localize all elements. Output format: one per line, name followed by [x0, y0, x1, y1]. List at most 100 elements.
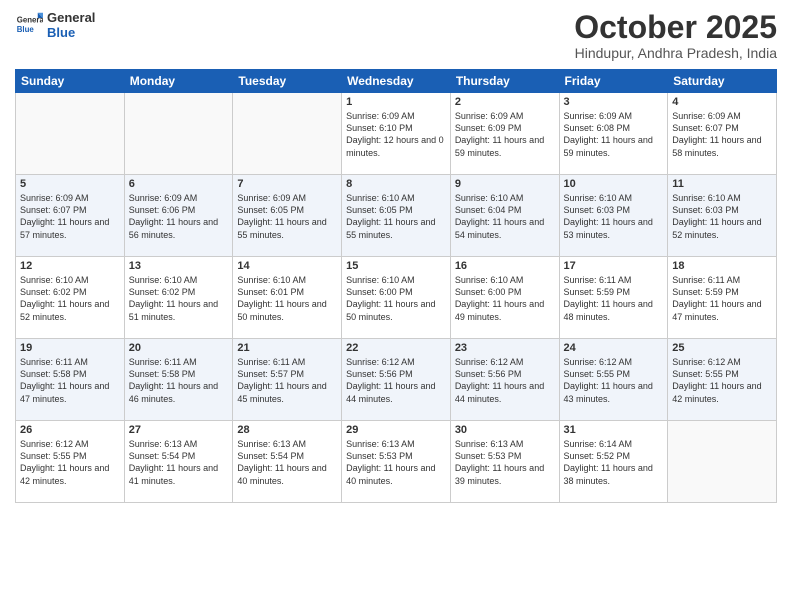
cell-date: 18: [672, 260, 772, 272]
cell-info: Sunrise: 6:13 AM Sunset: 5:53 PM Dayligh…: [346, 438, 446, 487]
logo-general: General: [47, 10, 95, 25]
table-row: 24 Sunrise: 6:12 AM Sunset: 5:55 PM Dayli…: [559, 339, 668, 421]
cell-date: 29: [346, 424, 446, 436]
main-container: General Blue General Blue October 2025 H…: [0, 0, 792, 612]
table-row: 7Sunrise: 6:09 AM Sunset: 6:05 PM Daylig…: [233, 175, 342, 257]
cell-info: Sunrise: 6:09 AM Sunset: 6:07 PM Dayligh…: [20, 192, 120, 241]
cell-info: Sunrise: 6:10 AM Sunset: 6:03 PM Dayligh…: [672, 192, 772, 241]
header: General Blue General Blue October 2025 H…: [15, 10, 777, 61]
col-monday: Monday: [124, 70, 233, 93]
table-row: 28 Sunrise: 6:13 AM Sunset: 5:54 PM Dayli…: [233, 421, 342, 503]
table-row: 26 Sunrise: 6:12 AM Sunset: 5:55 PM Dayli…: [16, 421, 125, 503]
logo-icon: General Blue: [15, 11, 43, 39]
cell-info: Sunrise: 6:09 AM Sunset: 6:07 PM Dayligh…: [672, 110, 772, 159]
table-row: 2 Sunrise: 6:09 AM Sunset: 6:09 PM Daylig…: [450, 93, 559, 175]
calendar-week-row: 1Sunrise: 6:09 AM Sunset: 6:10 PM Daylig…: [16, 93, 777, 175]
cell-date: 10: [564, 178, 664, 190]
table-row: 15Sunrise: 6:10 AM Sunset: 6:00 PM Dayli…: [342, 257, 451, 339]
cell-info: Sunrise: 6:11 AM Sunset: 5:59 PM Dayligh…: [564, 274, 664, 323]
calendar-week-row: 19 Sunrise: 6:11 AM Sunset: 5:58 PM Dayli…: [16, 339, 777, 421]
cell-info: Sunrise: 6:09 AM Sunset: 6:08 PM Dayligh…: [564, 110, 664, 159]
table-row: 27 Sunrise: 6:13 AM Sunset: 5:54 PM Dayli…: [124, 421, 233, 503]
col-wednesday: Wednesday: [342, 70, 451, 93]
cell-date: 24: [564, 342, 664, 354]
cell-info: Sunrise: 6:09 AM Sunset: 6:05 PM Dayligh…: [237, 192, 337, 241]
cell-info: Sunrise: 6:12 AM Sunset: 5:55 PM Dayligh…: [20, 438, 120, 487]
table-row: 19 Sunrise: 6:11 AM Sunset: 5:58 PM Dayli…: [16, 339, 125, 421]
calendar-header-row: Sunday Monday Tuesday Wednesday Thursday…: [16, 70, 777, 93]
cell-date: 17: [564, 260, 664, 272]
month-title: October 2025: [574, 10, 777, 45]
calendar-week-row: 5 Sunrise: 6:09 AM Sunset: 6:07 PM Daylig…: [16, 175, 777, 257]
cell-info: Sunrise: 6:13 AM Sunset: 5:54 PM Dayligh…: [129, 438, 229, 487]
cell-date: 6: [129, 178, 229, 190]
cell-info: Sunrise: 6:11 AM Sunset: 5:58 PM Dayligh…: [129, 356, 229, 405]
table-row: 31 Sunrise: 6:14 AM Sunset: 5:52 PM Dayli…: [559, 421, 668, 503]
col-sunday: Sunday: [16, 70, 125, 93]
logo: General Blue General Blue: [15, 10, 95, 40]
cell-info: Sunrise: 6:10 AM Sunset: 6:04 PM Dayligh…: [455, 192, 555, 241]
table-row: 8Sunrise: 6:10 AM Sunset: 6:05 PM Daylig…: [342, 175, 451, 257]
cell-date: 28: [237, 424, 337, 436]
table-row: [233, 93, 342, 175]
table-row: 13Sunrise: 6:10 AM Sunset: 6:02 PM Dayli…: [124, 257, 233, 339]
cell-info: Sunrise: 6:12 AM Sunset: 5:55 PM Dayligh…: [672, 356, 772, 405]
col-friday: Friday: [559, 70, 668, 93]
table-row: 3 Sunrise: 6:09 AM Sunset: 6:08 PM Daylig…: [559, 93, 668, 175]
table-row: 20 Sunrise: 6:11 AM Sunset: 5:58 PM Dayli…: [124, 339, 233, 421]
table-row: 25 Sunrise: 6:12 AM Sunset: 5:55 PM Dayli…: [668, 339, 777, 421]
cell-date: 11: [672, 178, 772, 190]
cell-date: 8: [346, 178, 446, 190]
cell-date: 26: [20, 424, 120, 436]
cell-info: Sunrise: 6:12 AM Sunset: 5:56 PM Dayligh…: [346, 356, 446, 405]
cell-date: 19: [20, 342, 120, 354]
table-row: 29 Sunrise: 6:13 AM Sunset: 5:53 PM Dayli…: [342, 421, 451, 503]
cell-info: Sunrise: 6:13 AM Sunset: 5:54 PM Dayligh…: [237, 438, 337, 487]
cell-date: 30: [455, 424, 555, 436]
cell-info: Sunrise: 6:10 AM Sunset: 6:00 PM Dayligh…: [346, 274, 446, 323]
table-row: [668, 421, 777, 503]
cell-info: Sunrise: 6:10 AM Sunset: 6:01 PM Dayligh…: [237, 274, 337, 323]
table-row: 22 Sunrise: 6:12 AM Sunset: 5:56 PM Dayli…: [342, 339, 451, 421]
cell-info: Sunrise: 6:09 AM Sunset: 6:06 PM Dayligh…: [129, 192, 229, 241]
cell-date: 25: [672, 342, 772, 354]
cell-info: Sunrise: 6:12 AM Sunset: 5:56 PM Dayligh…: [455, 356, 555, 405]
table-row: 6 Sunrise: 6:09 AM Sunset: 6:06 PM Daylig…: [124, 175, 233, 257]
cell-date: 21: [237, 342, 337, 354]
cell-info: Sunrise: 6:10 AM Sunset: 6:00 PM Dayligh…: [455, 274, 555, 323]
logo-text: General Blue: [47, 10, 95, 40]
logo-blue: Blue: [47, 25, 95, 40]
cell-date: 14: [237, 260, 337, 272]
cell-info: Sunrise: 6:10 AM Sunset: 6:03 PM Dayligh…: [564, 192, 664, 241]
cell-info: Sunrise: 6:09 AM Sunset: 6:09 PM Dayligh…: [455, 110, 555, 159]
cell-date: 23: [455, 342, 555, 354]
table-row: [16, 93, 125, 175]
table-row: 18Sunrise: 6:11 AM Sunset: 5:59 PM Dayli…: [668, 257, 777, 339]
cell-date: 2: [455, 96, 555, 108]
cell-date: 31: [564, 424, 664, 436]
cell-info: Sunrise: 6:12 AM Sunset: 5:55 PM Dayligh…: [564, 356, 664, 405]
cell-date: 13: [129, 260, 229, 272]
cell-date: 5: [20, 178, 120, 190]
cell-info: Sunrise: 6:13 AM Sunset: 5:53 PM Dayligh…: [455, 438, 555, 487]
cell-date: 9: [455, 178, 555, 190]
svg-text:Blue: Blue: [17, 25, 35, 34]
cell-info: Sunrise: 6:11 AM Sunset: 5:58 PM Dayligh…: [20, 356, 120, 405]
calendar-week-row: 26 Sunrise: 6:12 AM Sunset: 5:55 PM Dayli…: [16, 421, 777, 503]
table-row: 10 Sunrise: 6:10 AM Sunset: 6:03 PM Dayli…: [559, 175, 668, 257]
cell-date: 20: [129, 342, 229, 354]
cell-info: Sunrise: 6:10 AM Sunset: 6:02 PM Dayligh…: [20, 274, 120, 323]
table-row: 4Sunrise: 6:09 AM Sunset: 6:07 PM Daylig…: [668, 93, 777, 175]
location: Hindupur, Andhra Pradesh, India: [574, 45, 777, 61]
table-row: 17 Sunrise: 6:11 AM Sunset: 5:59 PM Dayli…: [559, 257, 668, 339]
cell-date: 12: [20, 260, 120, 272]
cell-info: Sunrise: 6:14 AM Sunset: 5:52 PM Dayligh…: [564, 438, 664, 487]
table-row: 12 Sunrise: 6:10 AM Sunset: 6:02 PM Dayli…: [16, 257, 125, 339]
cell-date: 3: [564, 96, 664, 108]
title-block: October 2025 Hindupur, Andhra Pradesh, I…: [574, 10, 777, 61]
cell-date: 22: [346, 342, 446, 354]
cell-info: Sunrise: 6:09 AM Sunset: 6:10 PM Dayligh…: [346, 110, 446, 159]
table-row: 5 Sunrise: 6:09 AM Sunset: 6:07 PM Daylig…: [16, 175, 125, 257]
cell-date: 27: [129, 424, 229, 436]
table-row: [124, 93, 233, 175]
